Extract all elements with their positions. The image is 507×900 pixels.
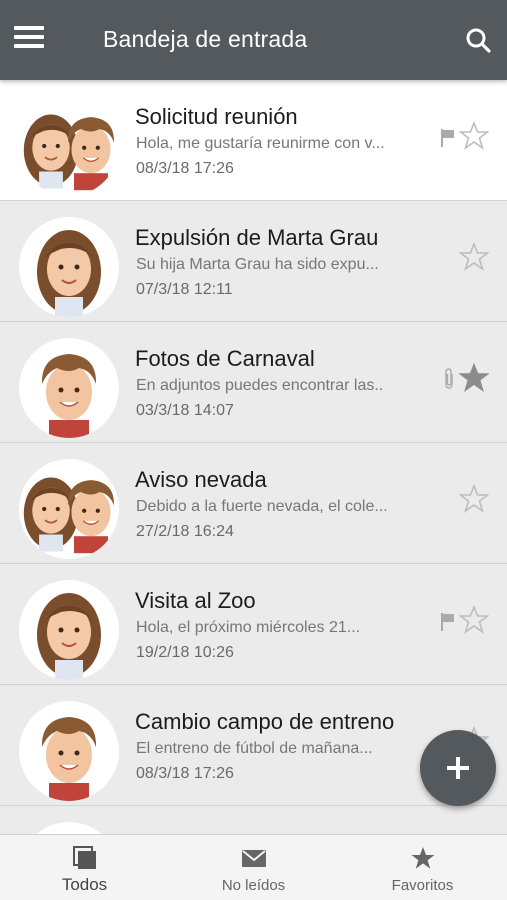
star-icon[interactable] — [459, 121, 489, 151]
message-preview: Debido a la fuerte nevada, el cole... — [136, 498, 388, 515]
compose-button[interactable] — [420, 730, 496, 806]
message-subject: Solicitud reunión — [135, 104, 298, 129]
tab-todos[interactable]: Todos — [0, 835, 169, 900]
message-date: 07/3/18 12:11 — [136, 281, 233, 298]
message-row[interactable] — [0, 806, 507, 834]
paperclip-icon — [445, 368, 453, 389]
message-date: 19/2/18 10:26 — [136, 644, 234, 661]
tab-label: No leídos — [221, 877, 286, 894]
message-row[interactable]: Fotos de Carnaval En adjuntos puedes enc… — [0, 322, 507, 443]
message-subject: Expulsión de Marta Grau — [135, 225, 379, 250]
message-preview: Hola, el próximo miércoles 21... — [136, 619, 361, 636]
menu-icon[interactable] — [14, 26, 44, 52]
avatar — [19, 701, 119, 801]
message-subject: Aviso nevada — [135, 467, 267, 492]
message-list: Solicitud reunión Hola, me gustaría reun… — [0, 80, 507, 834]
avatar — [19, 580, 119, 680]
tab-label: Favoritos — [391, 877, 454, 894]
flag-icon — [441, 613, 454, 631]
message-row[interactable]: Visita al Zoo Hola, el próximo miércoles… — [0, 564, 507, 685]
avatar — [19, 459, 119, 559]
avatar — [19, 822, 119, 834]
envelope-icon — [241, 850, 266, 867]
message-preview: Hola, me gustaría reunirme con v... — [136, 135, 385, 152]
star-icon[interactable] — [459, 484, 489, 514]
message-subject: Cambio campo de entreno — [135, 709, 395, 734]
star-icon[interactable] — [459, 242, 489, 272]
message-subject: Fotos de Carnaval — [135, 346, 315, 371]
search-icon[interactable] — [465, 27, 491, 53]
message-date: 08/3/18 17:26 — [136, 160, 234, 177]
bottom-navigation: Todos No leídos Favoritos — [0, 834, 507, 900]
message-row[interactable]: Expulsión de Marta Grau Su hija Marta Gr… — [0, 201, 507, 322]
flag-icon — [441, 129, 454, 147]
inbox-stack-icon — [72, 846, 96, 869]
tab-label: Todos — [61, 875, 108, 894]
message-preview: Su hija Marta Grau ha sido expu... — [136, 256, 379, 273]
message-preview: En adjuntos puedes encontrar las.. — [136, 377, 384, 394]
page-title: Bandeja de entrada — [103, 26, 308, 52]
plus-icon — [447, 757, 469, 779]
star-icon — [411, 847, 434, 869]
avatar — [19, 96, 119, 196]
message-subject: Visita al Zoo — [135, 588, 256, 613]
app-bar: Bandeja de entrada — [0, 0, 507, 80]
tab-no-leidos[interactable]: No leídos — [169, 835, 338, 900]
avatar — [19, 217, 119, 317]
message-date: 03/3/18 14:07 — [136, 402, 234, 419]
message-date: 27/2/18 16:24 — [136, 523, 234, 540]
message-row[interactable]: Aviso nevada Debido a la fuerte nevada, … — [0, 443, 507, 564]
avatar — [19, 338, 119, 438]
message-row[interactable]: Solicitud reunión Hola, me gustaría reun… — [0, 80, 507, 201]
message-preview: El entreno de fútbol de mañana... — [136, 740, 373, 757]
tab-favoritos[interactable]: Favoritos — [338, 835, 507, 900]
message-date: 08/3/18 17:26 — [136, 765, 234, 782]
star-icon[interactable] — [459, 363, 489, 393]
star-icon[interactable] — [459, 605, 489, 635]
